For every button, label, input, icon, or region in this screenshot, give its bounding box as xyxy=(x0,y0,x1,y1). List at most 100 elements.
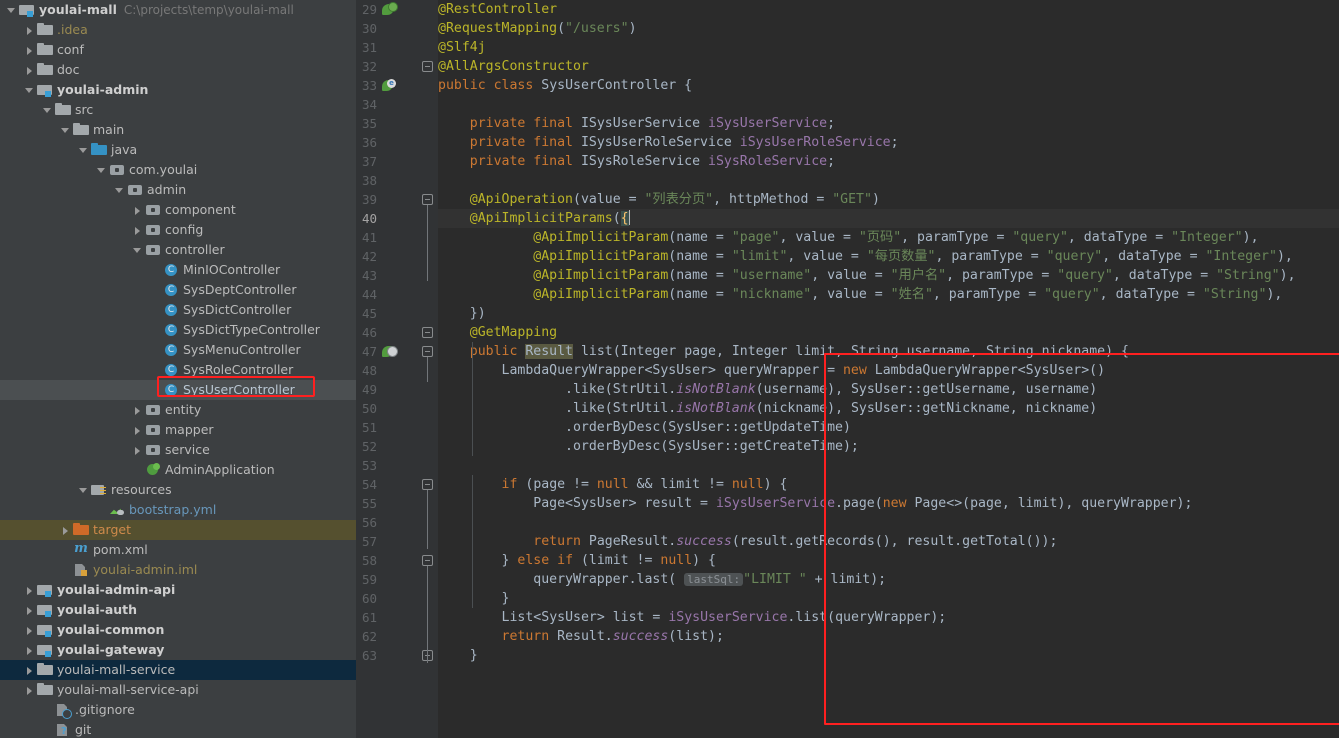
tree-item-label: youlai-common xyxy=(57,622,165,637)
project-path-label: C:\projects\temp\youlai-mall xyxy=(123,3,294,17)
fold-toggle-icon[interactable] xyxy=(422,555,433,566)
chevron-right-icon[interactable] xyxy=(132,405,143,416)
tree-item-src[interactable]: src xyxy=(0,100,356,120)
chevron-right-icon[interactable] xyxy=(24,625,35,636)
code-editor-panel[interactable]: 29 30 31 32 33 34 35 36 37 38 39 40 41 42 43 44 45 46 47 48… xyxy=(356,0,1339,738)
tree-item-controller[interactable]: controller xyxy=(0,240,356,260)
editor-gutter[interactable]: 29 30 31 32 33 34 35 36 37 38 39 40 41 42 43 44 45 46 47 48… xyxy=(356,0,418,738)
tree-item-youlai-admin-api[interactable]: youlai-admin-api xyxy=(0,580,356,600)
chevron-down-icon[interactable] xyxy=(132,245,143,256)
folder-icon xyxy=(37,42,53,58)
chevron-down-icon[interactable] xyxy=(78,485,89,496)
code-text-area[interactable]: @RestController @RequestMapping("/users")… xyxy=(438,0,1339,738)
code-folding-strip[interactable] xyxy=(418,0,438,738)
chevron-right-icon[interactable] xyxy=(24,685,35,696)
chevron-down-icon[interactable] xyxy=(96,165,107,176)
gitignore-file-icon xyxy=(55,702,72,719)
tree-item-entity[interactable]: entity xyxy=(0,400,356,420)
chevron-right-icon[interactable] xyxy=(24,645,35,656)
module-folder-icon xyxy=(37,582,53,598)
tree-item-main[interactable]: main xyxy=(0,120,356,140)
tree-item-youlai-admin[interactable]: youlai-admin xyxy=(0,80,356,100)
chevron-right-icon[interactable] xyxy=(132,225,143,236)
project-tree-panel[interactable]: youlai-mall C:\projects\temp\youlai-mall.… xyxy=(0,0,356,738)
tree-item-label: resources xyxy=(111,482,172,497)
tree-item-doc[interactable]: doc xyxy=(0,60,356,80)
tree-item-config[interactable]: config xyxy=(0,220,356,240)
chevron-right-icon[interactable] xyxy=(24,605,35,616)
tree-item-target[interactable]: target xyxy=(0,520,356,540)
tree-item-miniocontroller[interactable]: MinIOController xyxy=(0,260,356,280)
chevron-right-icon[interactable] xyxy=(132,445,143,456)
tree-item-service[interactable]: service xyxy=(0,440,356,460)
fold-toggle-icon[interactable] xyxy=(422,346,433,357)
tree-item-component[interactable]: component xyxy=(0,200,356,220)
tree-item-git[interactable]: git xyxy=(0,720,356,738)
tree-item-sysusercontroller[interactable]: SysUserController xyxy=(0,380,356,400)
code-line: Page<SysUser> result = iSysUserService.p… xyxy=(533,496,1193,511)
tree-item-youlai-gateway[interactable]: youlai-gateway xyxy=(0,640,356,660)
chevron-right-icon[interactable] xyxy=(24,45,35,56)
chevron-down-icon[interactable] xyxy=(60,125,71,136)
spring-bean-icon[interactable] xyxy=(382,2,398,17)
tree-item-gitignore[interactable]: .gitignore xyxy=(0,700,356,720)
line-number: 39 xyxy=(361,192,377,207)
tree-item-sysdictcontroller[interactable]: SysDictController xyxy=(0,300,356,320)
tree-item-adminapplication[interactable]: AdminApplication xyxy=(0,460,356,480)
line-number: 30 xyxy=(361,21,377,36)
chevron-right-icon[interactable] xyxy=(24,585,35,596)
chevron-right-icon[interactable] xyxy=(132,425,143,436)
chevron-right-icon[interactable] xyxy=(24,65,35,76)
web-mapping-icon[interactable] xyxy=(382,345,398,359)
fold-toggle-icon[interactable] xyxy=(422,327,433,338)
tree-item-bootstrap-yml[interactable]: bootstrap.yml xyxy=(0,500,356,520)
tree-item-youlai-admin-iml[interactable]: youlai-admin.iml xyxy=(0,560,356,580)
chevron-down-icon[interactable] xyxy=(42,105,53,116)
tree-item-mapper[interactable]: mapper xyxy=(0,420,356,440)
code-line: queryWrapper.last( lastSql: "LIMIT " + li… xyxy=(533,572,887,587)
fold-toggle-icon[interactable] xyxy=(422,194,433,205)
tree-item-sysmenucontroller[interactable]: SysMenuController xyxy=(0,340,356,360)
tree-item-label: admin xyxy=(147,182,187,197)
chevron-right-icon[interactable] xyxy=(24,25,35,36)
maven-file-icon xyxy=(73,541,89,558)
chevron-right-icon[interactable] xyxy=(60,525,71,536)
chevron-down-icon[interactable] xyxy=(114,185,125,196)
fold-toggle-icon[interactable] xyxy=(422,61,433,72)
tree-item-pom-xml[interactable]: pom.xml xyxy=(0,540,356,560)
tree-item-youlai-mall-service[interactable]: youlai-mall-service xyxy=(0,660,356,680)
spring-bean-e-icon[interactable] xyxy=(382,79,396,93)
tree-item-youlai-mall[interactable]: youlai-mall C:\projects\temp\youlai-mall xyxy=(0,0,356,20)
tree-item-admin[interactable]: admin xyxy=(0,180,356,200)
chevron-right-icon[interactable] xyxy=(24,665,35,676)
tree-item-sysdicttypecontroller[interactable]: SysDictTypeController xyxy=(0,320,356,340)
tree-item-resources[interactable]: resources xyxy=(0,480,356,500)
fold-toggle-icon[interactable] xyxy=(422,479,433,490)
tree-item-sysdeptcontroller[interactable]: SysDeptController xyxy=(0,280,356,300)
chevron-down-icon[interactable] xyxy=(24,85,35,96)
indent-guide xyxy=(472,380,473,399)
indent-guide xyxy=(472,532,473,551)
chevron-down-icon[interactable] xyxy=(6,5,17,16)
tree-item-java[interactable]: java xyxy=(0,140,356,160)
tree-item-com-youlai[interactable]: com.youlai xyxy=(0,160,356,180)
package-icon xyxy=(127,182,143,198)
chevron-down-icon[interactable] xyxy=(78,145,89,156)
tree-item-sysrolecontroller[interactable]: SysRoleController xyxy=(0,360,356,380)
package-icon xyxy=(145,442,161,458)
code-line: LambdaQueryWrapper<SysUser> queryWrapper… xyxy=(501,363,1106,378)
indent-guide xyxy=(472,342,473,361)
tree-item-youlai-auth[interactable]: youlai-auth xyxy=(0,600,356,620)
tree-item-label: .gitignore xyxy=(75,702,135,717)
tree-item-conf[interactable]: conf xyxy=(0,40,356,60)
module-folder-icon xyxy=(19,2,35,18)
tree-item-youlai-mall-service-api[interactable]: youlai-mall-service-api xyxy=(0,680,356,700)
code-line: @AllArgsConstructor xyxy=(438,59,589,74)
tree-item-idea[interactable]: .idea xyxy=(0,20,356,40)
line-number: 57 xyxy=(361,534,377,549)
line-number: 46 xyxy=(361,325,377,340)
chevron-right-icon[interactable] xyxy=(132,205,143,216)
tree-item-youlai-common[interactable]: youlai-common xyxy=(0,620,356,640)
tree-item-label: youlai-admin-api xyxy=(57,582,176,597)
line-number: 61 xyxy=(361,610,377,625)
